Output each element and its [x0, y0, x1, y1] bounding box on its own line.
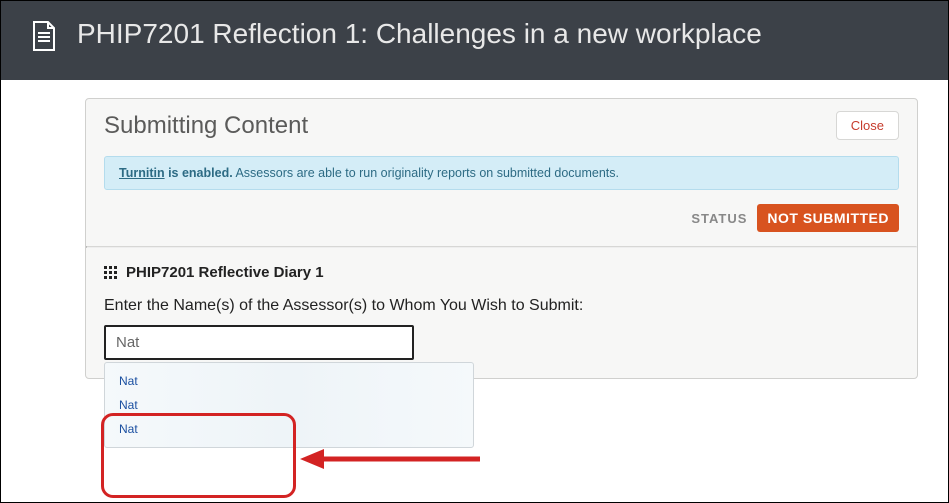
close-button[interactable]: Close	[836, 111, 899, 140]
info-rest: Assessors are able to run originality re…	[233, 166, 619, 180]
form-section: PHIP7201 Reflective Diary 1 Enter the Na…	[86, 248, 917, 378]
info-enabled: is enabled.	[165, 166, 233, 180]
grid-icon	[104, 266, 118, 280]
page-title: PHIP7201 Reflection 1: Challenges in a n…	[77, 15, 762, 53]
submit-panel: Submitting Content Close Turnitin is ena…	[85, 98, 918, 379]
assignment-title: PHIP7201 Reflective Diary 1	[126, 264, 324, 281]
status-badge: NOT SUBMITTED	[757, 204, 899, 232]
suggestion-item[interactable]: Nat	[105, 369, 473, 393]
status-row: STATUS NOT SUBMITTED	[86, 204, 917, 246]
panel-title: Submitting Content	[104, 112, 308, 140]
turnitin-info: Turnitin is enabled. Assessors are able …	[104, 156, 899, 190]
assessor-field-label: Enter the Name(s) of the Assessor(s) to …	[104, 297, 899, 315]
suggestion-item[interactable]: Nat	[105, 393, 473, 417]
turnitin-link[interactable]: Turnitin	[119, 166, 165, 180]
suggestion-item[interactable]: Nat	[105, 417, 473, 441]
status-label: STATUS	[691, 211, 747, 226]
document-icon	[31, 21, 57, 56]
assessor-suggestions: Nat Nat Nat	[104, 362, 474, 448]
annotation-arrow-icon	[300, 444, 485, 479]
assessor-input[interactable]	[104, 325, 414, 360]
page-header: PHIP7201 Reflection 1: Challenges in a n…	[1, 1, 948, 80]
